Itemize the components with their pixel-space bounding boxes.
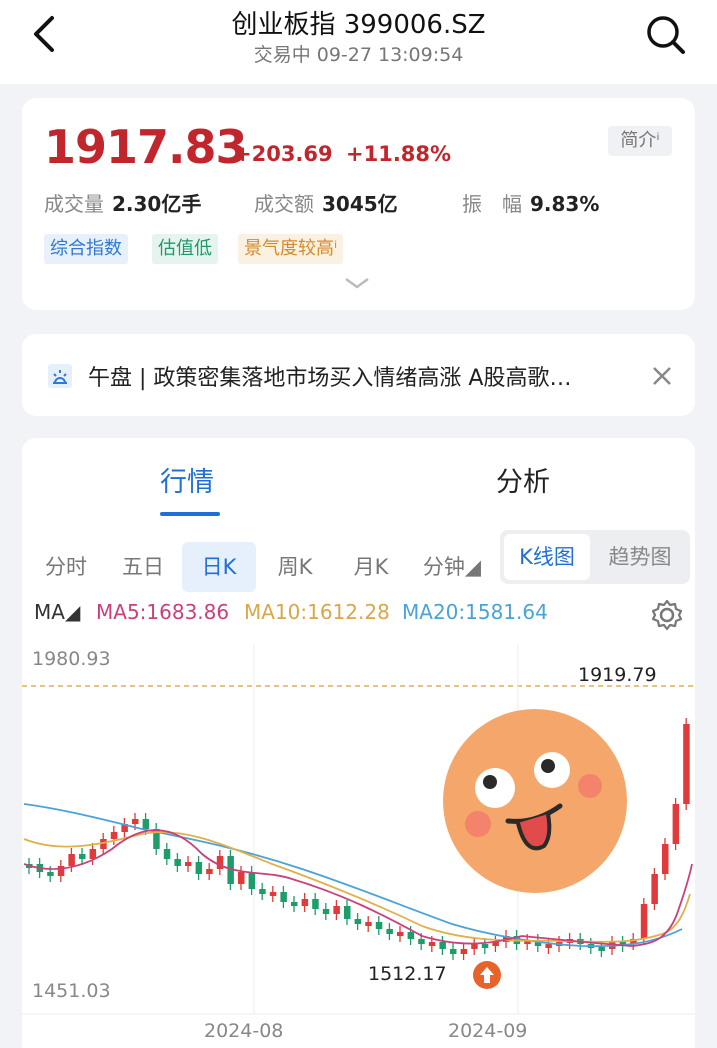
candle-body (651, 874, 658, 904)
intro-button[interactable]: 简介ⁱ (608, 126, 672, 156)
candle-body (185, 862, 192, 866)
candle-body (397, 932, 404, 936)
settings-gear-icon[interactable] (650, 598, 684, 632)
candle-body (132, 819, 139, 824)
index-price: 1917.83 (44, 120, 248, 174)
ma-selector[interactable]: MA◢ (34, 600, 80, 624)
candle-body (89, 849, 97, 859)
candle-body (333, 906, 340, 914)
volume-stat: 成交量 2.30亿手 (44, 192, 202, 216)
sun-icon (48, 364, 72, 388)
chart-mode-switch: K线图 趋势图 (500, 530, 690, 584)
candle-body (450, 949, 457, 954)
x-tick-sep: 2024-09 (448, 1020, 528, 1042)
candle-body (640, 904, 648, 939)
quote-card: 1917.83 +203.69 +11.88% 简介ⁱ 成交量 2.30亿手 成交… (22, 98, 695, 310)
tag-composite-index[interactable]: 综合指数 (44, 234, 128, 264)
active-tab-underline (160, 512, 220, 516)
page-title: 创业板指 399006.SZ (231, 10, 486, 40)
trend-mode-button[interactable]: 趋势图 (594, 534, 686, 580)
candle-body (460, 949, 468, 954)
kline-mode-button[interactable]: K线图 (504, 534, 590, 580)
candle-body (365, 922, 372, 926)
candle-body (672, 804, 680, 844)
chevron-down-icon[interactable] (344, 276, 370, 290)
close-icon[interactable] (650, 364, 674, 388)
tab-market[interactable]: 行情 (160, 460, 214, 499)
smiley-sticker (443, 709, 627, 893)
change-value: +203.69 (234, 142, 333, 166)
candle-body (174, 859, 181, 866)
candle-body (195, 862, 203, 874)
candle-body (354, 919, 362, 924)
amplitude-stat: 振 幅 9.83% (462, 192, 600, 216)
candle-body (238, 872, 245, 884)
period-monthly-k[interactable]: 月K (338, 542, 404, 592)
candle-body (386, 929, 393, 934)
low-price-label: 1512.17 (368, 963, 447, 985)
change-percent: +11.88% (346, 142, 452, 166)
candle-body (481, 944, 489, 948)
candle-body (301, 899, 309, 906)
tag-high-prosperity[interactable]: 景气度较高ⁱ (238, 234, 344, 264)
candle-body (662, 844, 669, 874)
candle-body (280, 892, 287, 902)
candle-body (248, 872, 256, 889)
top-bar: 创业板指 399006.SZ 交易中 09-27 13:09:54 (0, 0, 717, 84)
candle-body (407, 932, 415, 939)
y-axis-min: 1451.03 (32, 980, 111, 1002)
amplitude-value: 9.83% (530, 192, 600, 216)
tag-low-valuation[interactable]: 估值低 (152, 234, 218, 264)
candle-body (418, 939, 425, 944)
trading-status: 交易中 09-27 13:09:54 (253, 44, 464, 66)
amount-value: 3045亿 (322, 192, 398, 216)
candle-body (322, 909, 330, 914)
tab-analysis[interactable]: 分析 (496, 460, 550, 499)
candle-body (471, 944, 478, 949)
ma5-value: MA5:1683.86 (96, 600, 230, 624)
period-daily-k[interactable]: 日K (182, 542, 256, 592)
news-banner[interactable]: 午盘 | 政策密集落地市场买入情绪高涨 A股高歌… (22, 334, 695, 416)
candle-body (683, 724, 690, 804)
candle-body (428, 942, 436, 946)
candle-body (375, 922, 383, 929)
candle-body (57, 866, 65, 876)
candle-body (312, 899, 319, 909)
candle-body (68, 854, 75, 866)
volume-value: 2.30亿手 (112, 192, 202, 216)
candle-body (269, 892, 277, 896)
period-minute[interactable]: 分钟◢ (414, 542, 490, 592)
candle-body (79, 854, 86, 859)
ma20-value: MA20:1581.64 (402, 600, 548, 624)
arrow-up-badge-icon (473, 961, 501, 989)
ma10-value: MA10:1612.28 (244, 600, 390, 624)
period-weekly-k[interactable]: 周K (262, 542, 328, 592)
candle-body (206, 869, 213, 874)
search-icon[interactable] (642, 12, 688, 56)
candle-body (47, 872, 54, 876)
candle-body (163, 849, 171, 859)
y-axis-max: 1980.93 (32, 648, 111, 670)
candle-body (142, 819, 150, 829)
period-intraday[interactable]: 分时 (36, 542, 96, 592)
candle-body (259, 889, 266, 894)
candle-body (439, 942, 446, 949)
candle-body (110, 832, 118, 839)
candle-body (344, 906, 351, 919)
high-price-label: 1919.79 (578, 664, 657, 686)
x-tick-aug: 2024-08 (204, 1020, 284, 1042)
candle-body (545, 944, 552, 948)
amount-stat: 成交额 3045亿 (254, 192, 398, 216)
candle-body (598, 947, 605, 951)
news-headline[interactable]: 午盘 | 政策密集落地市场买入情绪高涨 A股高歌… (88, 360, 571, 392)
chart-card: 行情 分析 分时 五日 日K 周K 月K 分钟◢ K线图 趋势图 MA◢ MA5… (22, 438, 695, 1048)
candle-body (291, 902, 298, 906)
period-5day[interactable]: 五日 (110, 542, 176, 592)
